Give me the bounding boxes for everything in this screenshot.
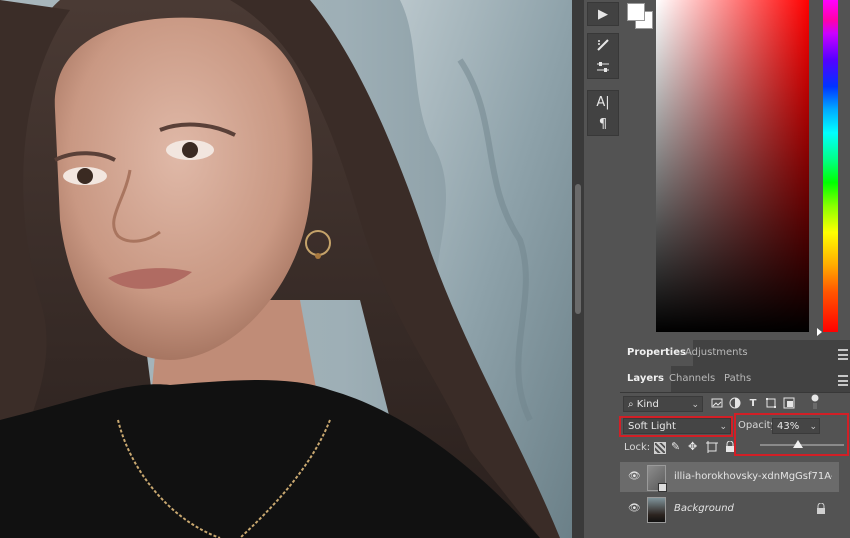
tab-adjustments[interactable]: Adjustments: [678, 340, 755, 366]
brush-preset-icon[interactable]: [588, 34, 618, 56]
lock-artboard-icon[interactable]: [706, 441, 718, 456]
scrollbar-thumb[interactable]: [575, 184, 581, 314]
layer-lock-icon: [816, 502, 826, 518]
tab-paths[interactable]: Paths: [717, 366, 758, 392]
properties-tabbar: Properties Adjustments: [620, 340, 850, 367]
eye-visibility-icon[interactable]: 👁: [628, 503, 641, 515]
lock-transparent-icon[interactable]: [654, 442, 666, 454]
paragraph-icon[interactable]: ¶: [588, 113, 618, 135]
layer-thumbnail: [647, 465, 667, 492]
layer-name[interactable]: Background: [674, 494, 832, 524]
layers-tabbar: Layers Channels Paths: [620, 366, 850, 393]
layer-name[interactable]: illia-horokhovsky-xdnMgGsf71A-uns...: [674, 462, 832, 492]
layer-thumbnail: [647, 497, 666, 523]
smart-object-badge-icon: [658, 483, 667, 492]
filter-adjustment-icon[interactable]: [728, 397, 742, 411]
photo-image: [0, 0, 572, 538]
filter-pixel-icon[interactable]: [710, 397, 724, 411]
opacity-highlight: [734, 413, 849, 456]
panel-tool-strip: ▶ A| ¶: [584, 0, 620, 538]
layer-row-background[interactable]: 👁 Background: [620, 494, 839, 524]
play-icon[interactable]: ▶: [588, 3, 618, 25]
foreground-color-swatch[interactable]: [627, 3, 645, 21]
tool-group-3: A| ¶: [587, 90, 619, 136]
panel-menu-icon[interactable]: [838, 349, 848, 360]
filter-shape-icon[interactable]: [764, 397, 778, 411]
blend-mode-highlight: [619, 416, 733, 437]
lock-all-icon[interactable]: [725, 440, 735, 456]
search-icon: ⌕: [628, 399, 637, 410]
filter-toggle-icon[interactable]: [808, 394, 822, 409]
filter-smart-object-icon[interactable]: [782, 397, 796, 411]
adjust-sliders-icon[interactable]: [588, 56, 618, 78]
tab-channels[interactable]: Channels: [662, 366, 722, 392]
filter-kind-value: Kind: [636, 399, 659, 410]
eye-visibility-icon[interactable]: 👁: [628, 471, 641, 483]
hue-slider-arrow-icon[interactable]: [817, 328, 822, 336]
lock-label: Lock:: [624, 442, 651, 453]
lock-position-icon[interactable]: ✥: [688, 440, 697, 453]
tool-group-2: [587, 33, 619, 79]
tool-group-1: ▶: [587, 2, 619, 26]
hue-slider[interactable]: [823, 0, 838, 332]
layer-row-illia[interactable]: 👁 illia-horokhovsky-xdnMgGsf71A-uns...: [620, 462, 839, 492]
chevron-down-icon: ⌄: [691, 400, 699, 410]
filter-type-icon[interactable]: T: [746, 397, 760, 411]
layers-panel-menu-icon[interactable]: [838, 375, 848, 386]
saturation-value-field[interactable]: [656, 0, 809, 332]
layer-filter-kind-select[interactable]: ⌕ Kind ⌄: [623, 396, 703, 412]
character-icon[interactable]: A|: [588, 91, 618, 113]
document-canvas[interactable]: [0, 0, 572, 538]
lock-pixels-icon[interactable]: ✎: [671, 440, 680, 453]
